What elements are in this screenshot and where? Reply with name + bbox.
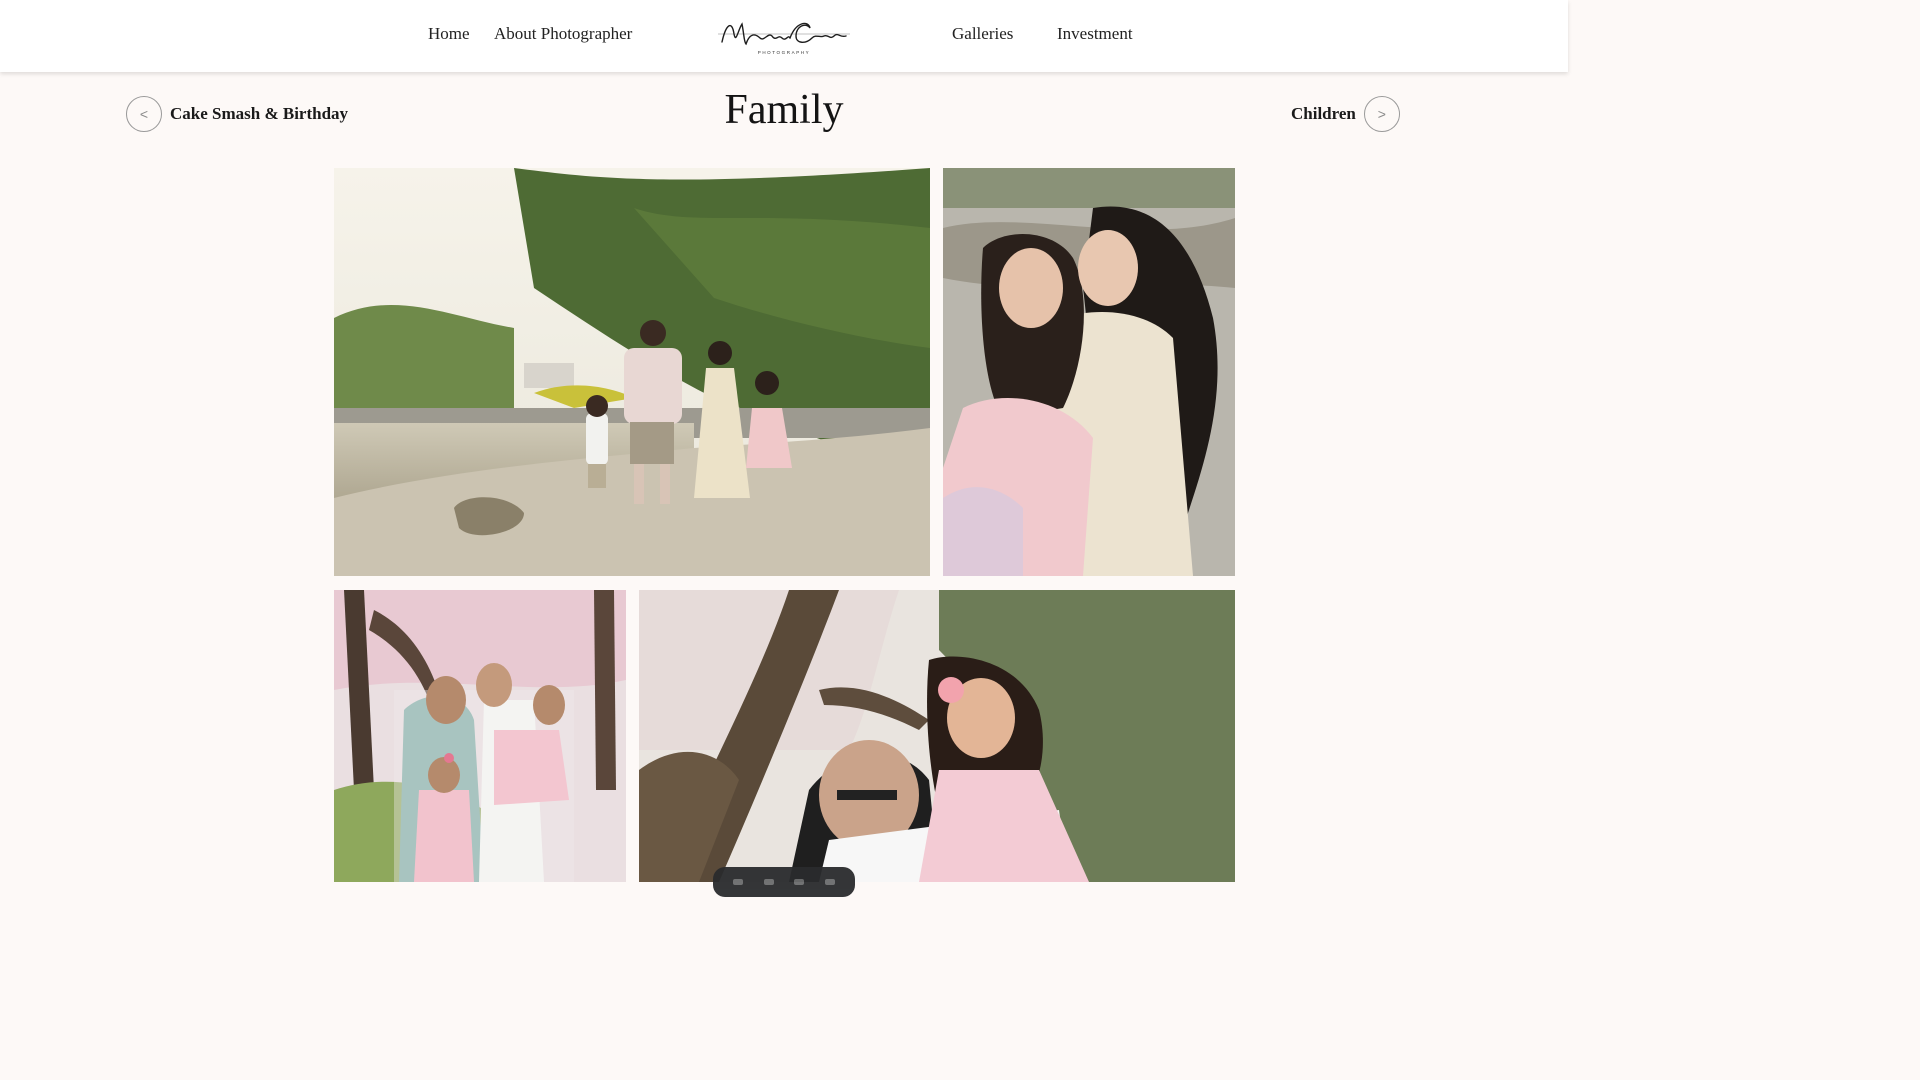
site-header: Home About Photographer PHOTOGRAPHY Gall… — [0, 0, 1568, 72]
toolbar-tool-icon[interactable] — [794, 879, 805, 885]
prev-gallery-link[interactable]: < Cake Smash & Birthday — [126, 95, 348, 133]
photo-image — [943, 168, 1235, 576]
toolbar-tool-icon[interactable] — [733, 879, 744, 885]
chevron-left-icon: < — [139, 106, 149, 122]
next-gallery-link[interactable]: Children > — [1291, 95, 1400, 133]
family-cherry-blossom-portrait-photo[interactable] — [334, 590, 626, 882]
logo-script-icon: PHOTOGRAPHY — [718, 22, 850, 55]
nav-home-link[interactable]: Home — [428, 24, 470, 44]
nav-about-photographer-link[interactable]: About Photographer — [494, 24, 632, 44]
toolbar-tool-icon[interactable] — [763, 879, 774, 885]
mother-daughter-hug-photo[interactable] — [943, 168, 1235, 576]
nav-investment-link[interactable]: Investment — [1057, 24, 1133, 44]
family-walking-by-lake-photo[interactable] — [334, 168, 930, 576]
next-gallery-button[interactable]: > — [1363, 96, 1400, 132]
toolbar-tool-icon[interactable] — [824, 879, 835, 885]
next-gallery-label: Children — [1291, 104, 1356, 123]
chevron-right-icon: > — [1377, 106, 1386, 122]
prev-gallery-label: Cake Smash & Birthday — [170, 104, 349, 123]
floating-toolbar[interactable] — [713, 867, 855, 897]
photo-image — [334, 168, 930, 576]
nav-galleries-link[interactable]: Galleries — [952, 24, 1013, 44]
page-title: Family — [724, 87, 844, 133]
photo-image — [334, 590, 626, 882]
svg-text:PHOTOGRAPHY: PHOTOGRAPHY — [758, 50, 811, 55]
site-logo[interactable]: PHOTOGRAPHY — [716, 12, 852, 58]
father-lifting-daughter-photo[interactable] — [639, 590, 1235, 882]
prev-gallery-button[interactable]: < — [126, 96, 162, 132]
photo-image — [639, 590, 1235, 882]
